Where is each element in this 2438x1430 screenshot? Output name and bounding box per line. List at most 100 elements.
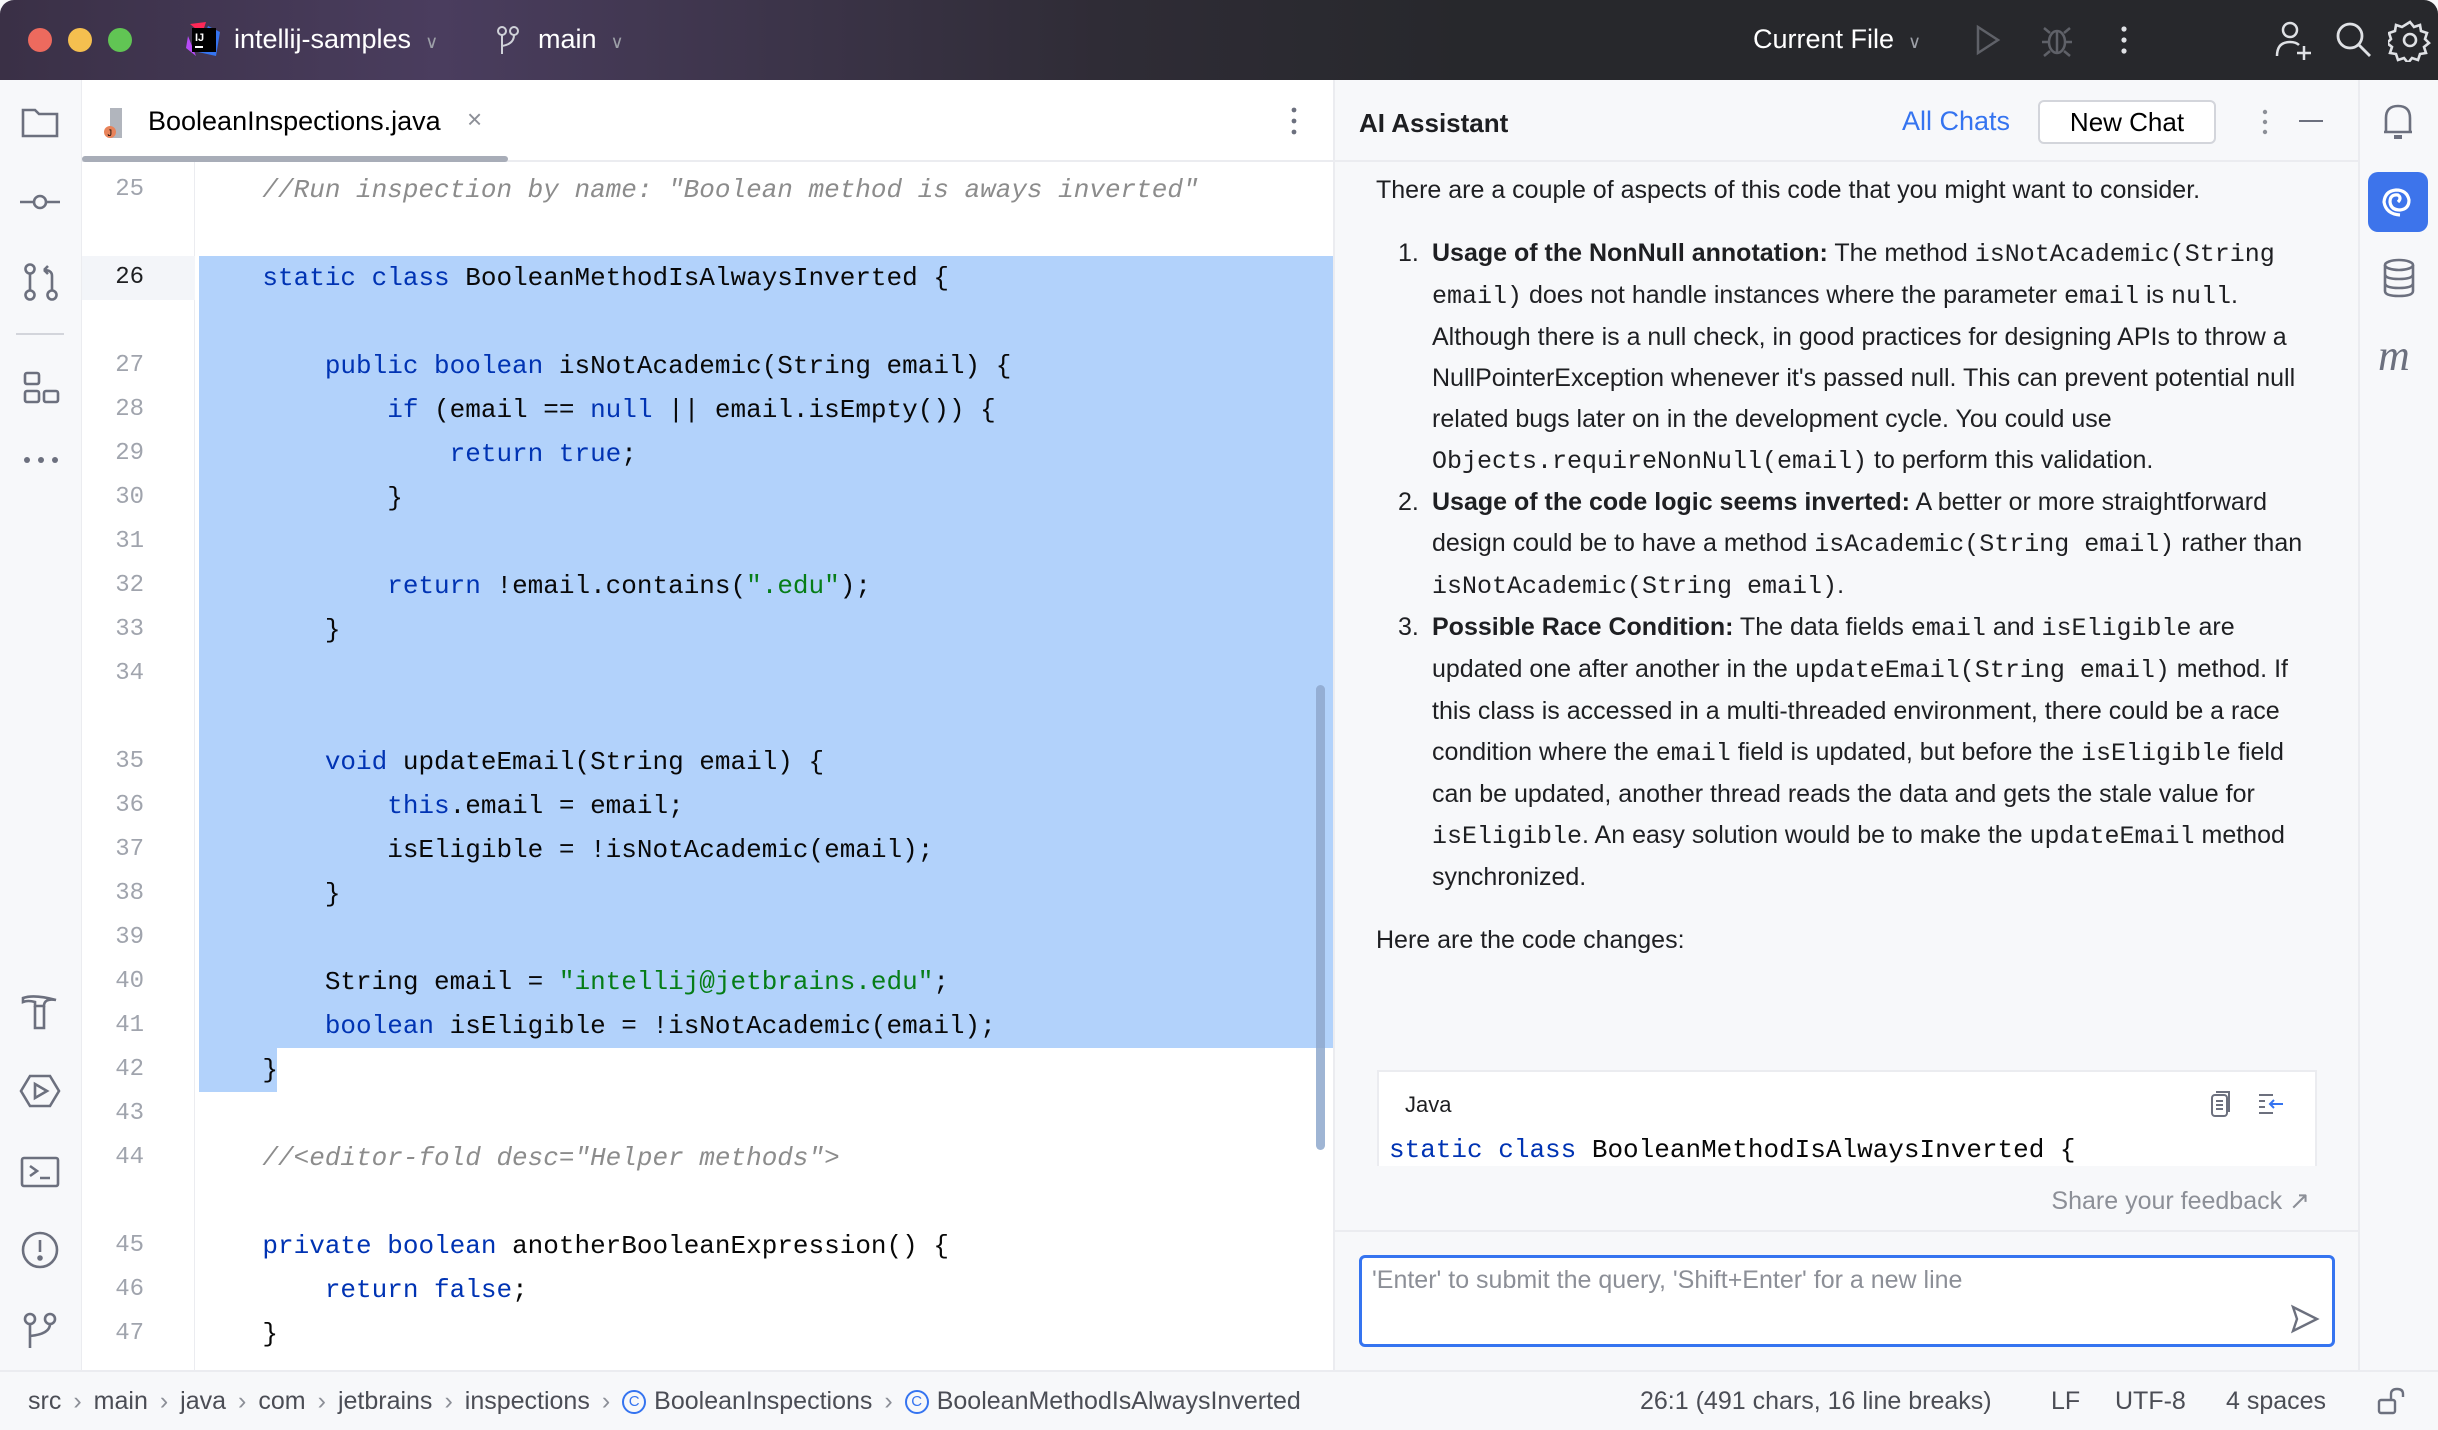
- code-text: public boolean isNotAcademic(String emai…: [200, 344, 1012, 388]
- class-icon: C: [904, 1389, 929, 1414]
- breadcrumb-item[interactable]: main: [94, 1387, 148, 1416]
- code-text: static class BooleanMethodIsAlwaysInvert…: [200, 256, 949, 300]
- ai-response: There are a couple of aspects of this co…: [1376, 170, 2316, 961]
- code-line[interactable]: 46 return false;: [82, 1268, 1333, 1312]
- all-chats-link[interactable]: All Chats: [1902, 106, 2010, 137]
- run-icon[interactable]: [1974, 24, 2002, 61]
- more-tools-icon[interactable]: [22, 453, 60, 471]
- code-line[interactable]: 26 static class BooleanMethodIsAlwaysInv…: [82, 256, 1333, 300]
- code-token: this: [200, 791, 450, 821]
- structure-icon[interactable]: [22, 370, 60, 411]
- ai-query-input[interactable]: 'Enter' to submit the query, 'Shift+Ente…: [1359, 1255, 2335, 1347]
- code-editor[interactable]: J BooleanInspections.java × 25 //Run ins…: [82, 80, 1333, 1370]
- minimize-panel-icon[interactable]: [2299, 120, 2323, 122]
- more-actions-icon[interactable]: [2118, 24, 2130, 61]
- ai-assistant-panel: AI Assistant All Chats New Chat There ar…: [1333, 80, 2358, 1370]
- commit-icon[interactable]: [18, 190, 62, 219]
- code-line[interactable]: 45 private boolean anotherBooleanExpress…: [82, 1224, 1333, 1268]
- maven-icon[interactable]: m: [2378, 330, 2410, 381]
- code-line[interactable]: 39: [82, 916, 1333, 960]
- line-number: 44: [115, 1144, 144, 1171]
- code-token: if: [200, 395, 419, 425]
- code-line[interactable]: 28 if (email == null || email.isEmpty())…: [82, 388, 1333, 432]
- breadcrumb-item[interactable]: src: [28, 1387, 61, 1416]
- code-line[interactable]: 41 boolean isEligible = !isNotAcademic(e…: [82, 1004, 1333, 1048]
- chevron-right-icon: ›: [317, 1387, 326, 1415]
- breadcrumb-item[interactable]: java: [180, 1387, 226, 1416]
- code-line[interactable]: 40 String email = "intellij@jetbrains.ed…: [82, 960, 1333, 1004]
- code-lines[interactable]: 25 //Run inspection by name: "Boolean me…: [82, 168, 1333, 1356]
- caret-position[interactable]: 26:1 (491 chars, 16 line breaks): [1640, 1387, 1992, 1416]
- intellij-logo-icon: IJ: [186, 22, 222, 58]
- copy-code-icon[interactable]: [2209, 1090, 2233, 1123]
- tab-boolean-inspections[interactable]: J BooleanInspections.java ×: [82, 80, 512, 162]
- inlay-spacer: [82, 1180, 1333, 1224]
- code-line[interactable]: 30 }: [82, 476, 1333, 520]
- send-icon[interactable]: [2290, 1304, 2320, 1339]
- code-line[interactable]: 32 return !email.contains(".edu");: [82, 564, 1333, 608]
- run-config-selector[interactable]: Current File ∨: [1753, 24, 1921, 55]
- project-selector[interactable]: intellij-samples ∨: [234, 24, 438, 55]
- project-folder-icon[interactable]: [20, 105, 60, 144]
- build-hammer-icon[interactable]: [20, 992, 60, 1037]
- window-minimize-button[interactable]: [68, 28, 92, 52]
- window-maximize-button[interactable]: [108, 28, 132, 52]
- code-intro: Here are the code changes:: [1376, 926, 1685, 954]
- problems-icon[interactable]: [20, 1230, 60, 1275]
- services-run-icon[interactable]: [18, 1073, 62, 1114]
- ai-assistant-icon[interactable]: [2368, 172, 2428, 232]
- query-placeholder: 'Enter' to submit the query, 'Shift+Ente…: [1372, 1266, 1963, 1294]
- code-line[interactable]: 47 }: [82, 1312, 1333, 1356]
- code-line[interactable]: 35 void updateEmail(String email) {: [82, 740, 1333, 784]
- code-line[interactable]: 37 isEligible = !isNotAcademic(email);: [82, 828, 1333, 872]
- line-number: 47: [115, 1320, 144, 1347]
- add-user-icon[interactable]: [2274, 20, 2314, 65]
- code-line[interactable]: 29 return true;: [82, 432, 1333, 476]
- settings-gear-icon[interactable]: [2385, 18, 2432, 67]
- item-text: The data fields: [1733, 613, 1911, 641]
- line-number: 35: [115, 748, 144, 775]
- code-line[interactable]: 25 //Run inspection by name: "Boolean me…: [82, 168, 1333, 212]
- terminal-icon[interactable]: [20, 1155, 60, 1194]
- code-line[interactable]: 34: [82, 652, 1333, 696]
- ai-options-icon[interactable]: [2261, 108, 2269, 141]
- editor-scrollbar-thumb[interactable]: [1316, 685, 1325, 1150]
- inlay-spacer: [82, 212, 1333, 256]
- breadcrumb-label: com: [258, 1387, 306, 1415]
- code-line[interactable]: 43: [82, 1092, 1333, 1136]
- breadcrumb-item[interactable]: com: [258, 1387, 305, 1416]
- close-tab-icon[interactable]: ×: [467, 104, 482, 135]
- line-number: 30: [115, 484, 144, 511]
- insert-snippet-icon[interactable]: [2257, 1092, 2285, 1121]
- code-line[interactable]: 44 //<editor-fold desc="Helper methods">: [82, 1136, 1333, 1180]
- code-token: null: [590, 395, 653, 425]
- read-only-lock-icon[interactable]: [2376, 1386, 2406, 1423]
- line-ending[interactable]: LF: [2051, 1387, 2080, 1416]
- git-icon[interactable]: [22, 1310, 60, 1355]
- code-line[interactable]: 36 this.email = email;: [82, 784, 1333, 828]
- notifications-bell-icon[interactable]: [2380, 102, 2416, 147]
- pull-requests-icon[interactable]: [22, 262, 60, 307]
- code-token: "intellij@jetbrains.edu": [558, 967, 934, 997]
- new-chat-button[interactable]: New Chat: [2038, 100, 2216, 144]
- window-close-button[interactable]: [28, 28, 52, 52]
- code-line[interactable]: 38 }: [82, 872, 1333, 916]
- editor-options-icon[interactable]: [1290, 106, 1298, 141]
- code-token: static: [1389, 1135, 1483, 1165]
- search-icon[interactable]: [2334, 20, 2374, 65]
- share-feedback-link[interactable]: Share your feedback ↗: [2051, 1186, 2310, 1216]
- file-encoding[interactable]: UTF-8: [2115, 1387, 2186, 1416]
- debug-icon[interactable]: [2040, 22, 2074, 63]
- breadcrumb-item[interactable]: C BooleanMethodIsAlwaysInverted: [904, 1387, 1301, 1416]
- code-line[interactable]: 27 public boolean isNotAcademic(String e…: [82, 344, 1333, 388]
- breadcrumb-item[interactable]: C BooleanInspections: [622, 1387, 872, 1416]
- code-line[interactable]: 33 }: [82, 608, 1333, 652]
- database-icon[interactable]: [2382, 258, 2416, 303]
- code-line[interactable]: 31: [82, 520, 1333, 564]
- breadcrumb-item[interactable]: jetbrains: [338, 1387, 433, 1416]
- branch-selector[interactable]: main ∨: [538, 24, 624, 55]
- breadcrumb-item[interactable]: inspections: [465, 1387, 590, 1416]
- code-line[interactable]: 42 }: [82, 1048, 1333, 1092]
- indent-setting[interactable]: 4 spaces: [2226, 1387, 2326, 1416]
